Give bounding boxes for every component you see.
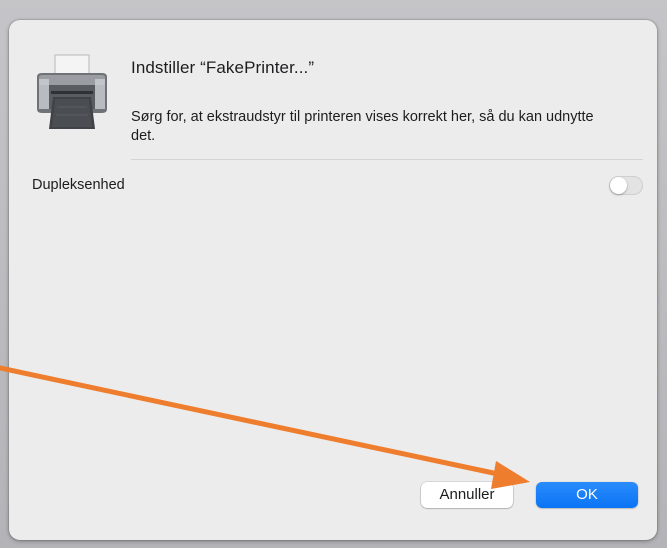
printer-setup-dialog: Indstiller “FakePrinter...” Sørg for, at… (9, 20, 657, 540)
toggle-knob (610, 177, 627, 194)
duplex-toggle[interactable] (609, 176, 643, 195)
divider (131, 159, 643, 160)
dialog-title: Indstiller “FakePrinter...” (131, 58, 315, 77)
ok-button[interactable]: OK (536, 482, 638, 508)
dialog-description: Sørg for, at ekstraudstyr til printeren … (131, 109, 594, 144)
printer-icon (31, 51, 113, 133)
desktop-background: Indstiller “FakePrinter...” Sørg for, at… (0, 0, 667, 548)
cancel-button[interactable]: Annuller (421, 482, 513, 508)
duplex-option-label: Dupleksenhed (32, 177, 125, 193)
